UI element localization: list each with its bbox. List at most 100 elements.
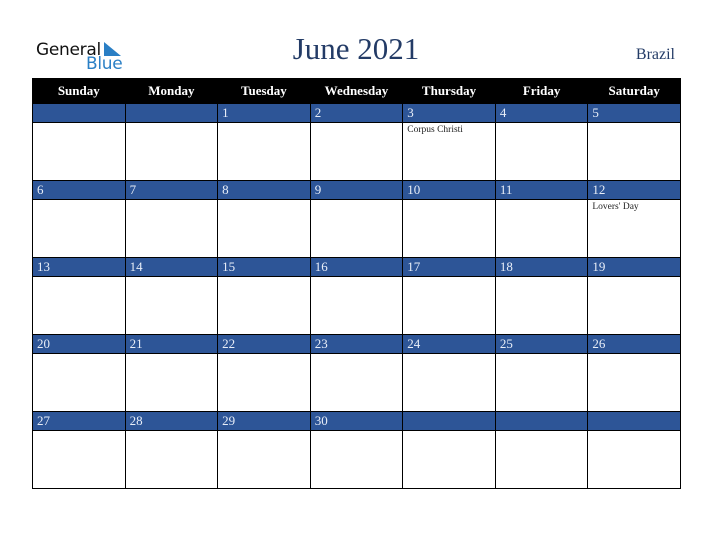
day-cell[interactable]: 1 — [217, 103, 311, 181]
holiday-label: Lovers' Day — [592, 202, 639, 212]
day-cell[interactable] — [587, 411, 681, 489]
holiday-label — [33, 123, 125, 125]
day-cell[interactable]: 9 — [309, 180, 404, 258]
weekday-header-row: Sunday Monday Tuesday Wednesday Thursday Frid… — [32, 78, 681, 104]
holiday-label — [33, 200, 125, 202]
day-cell[interactable]: 14 — [124, 257, 219, 335]
holiday-label — [33, 354, 125, 356]
day-cell[interactable]: 22 — [217, 334, 311, 412]
day-number: 16 — [310, 258, 403, 277]
holiday-label — [311, 200, 403, 202]
day-number: 24 — [403, 335, 495, 354]
day-number: 12 — [588, 181, 680, 200]
day-cell[interactable]: 16 — [309, 257, 404, 335]
day-cell[interactable] — [124, 103, 219, 181]
day-number — [588, 412, 680, 431]
day-cell[interactable]: 3 Corpus Christi — [402, 103, 496, 181]
day-number — [33, 104, 125, 123]
day-cell[interactable]: 5 — [587, 103, 681, 181]
day-number: 9 — [310, 181, 403, 200]
day-number: 2 — [310, 104, 403, 123]
day-number: 3 — [403, 104, 495, 123]
day-number: 11 — [495, 181, 588, 200]
day-cell[interactable]: 15 — [217, 257, 311, 335]
holiday-label — [311, 354, 403, 356]
weekday-header: Saturday — [587, 78, 681, 104]
day-number — [495, 412, 588, 431]
day-number: 27 — [33, 412, 125, 431]
holiday-label — [126, 354, 218, 356]
day-number: 10 — [403, 181, 495, 200]
day-number: 6 — [33, 181, 125, 200]
day-number: 14 — [125, 258, 218, 277]
day-cell[interactable]: 21 — [124, 334, 219, 412]
day-cell[interactable]: 28 — [124, 411, 219, 489]
holiday-label — [588, 277, 680, 279]
holiday-label — [126, 431, 218, 433]
day-number: 19 — [588, 258, 680, 277]
week-row: 1 2 3 Corpus Christi 4 5 — [32, 103, 681, 181]
day-number: 26 — [588, 335, 680, 354]
day-number — [403, 412, 495, 431]
day-cell[interactable]: 30 — [309, 411, 404, 489]
holiday-label — [403, 431, 495, 433]
day-cell[interactable] — [402, 411, 496, 489]
holiday-label — [311, 123, 403, 125]
day-number — [125, 104, 218, 123]
day-cell[interactable]: 19 — [587, 257, 681, 335]
day-cell[interactable]: 26 — [587, 334, 681, 412]
day-cell[interactable]: 20 — [32, 334, 126, 412]
holiday-label — [496, 123, 588, 125]
day-cell[interactable]: 11 — [494, 180, 589, 258]
day-cell[interactable]: 6 — [32, 180, 126, 258]
day-cell[interactable]: 12 Lovers' Day — [587, 180, 681, 258]
day-cell[interactable]: 25 — [494, 334, 589, 412]
holiday-label — [403, 354, 495, 356]
holiday-label — [496, 277, 588, 279]
holiday-label — [311, 431, 403, 433]
holiday-label — [588, 123, 680, 125]
day-cell[interactable]: 27 — [32, 411, 126, 489]
day-number: 13 — [33, 258, 125, 277]
calendar-grid: Sunday Monday Tuesday Wednesday Thursday Frid… — [32, 78, 681, 489]
holiday-label — [126, 200, 218, 202]
weekday-header: Friday — [494, 78, 589, 104]
week-row: 20 21 22 23 24 25 26 — [32, 334, 681, 412]
weekday-header: Thursday — [402, 78, 496, 104]
day-cell[interactable] — [32, 103, 126, 181]
day-cell[interactable]: 29 — [217, 411, 311, 489]
day-number: 5 — [588, 104, 680, 123]
day-number: 1 — [218, 104, 310, 123]
week-row: 13 14 15 16 17 18 19 — [32, 257, 681, 335]
day-number: 23 — [310, 335, 403, 354]
holiday-label — [218, 123, 310, 125]
day-cell[interactable]: 4 — [494, 103, 589, 181]
day-cell[interactable]: 24 — [402, 334, 496, 412]
weekday-header: Sunday — [32, 78, 126, 104]
holiday-label — [311, 277, 403, 279]
day-number: 20 — [33, 335, 125, 354]
day-number: 22 — [218, 335, 310, 354]
holiday-label — [588, 431, 680, 433]
calendar-title: June 2021 — [292, 31, 420, 66]
day-cell[interactable]: 10 — [402, 180, 496, 258]
holiday-label — [496, 200, 588, 202]
day-cell[interactable]: 8 — [217, 180, 311, 258]
day-cell[interactable]: 13 — [32, 257, 126, 335]
day-cell[interactable]: 2 — [309, 103, 404, 181]
day-cell[interactable]: 7 — [124, 180, 219, 258]
day-number: 25 — [495, 335, 588, 354]
holiday-label — [496, 431, 588, 433]
holiday-label — [403, 277, 495, 279]
day-cell[interactable]: 17 — [402, 257, 496, 335]
day-cell[interactable]: 23 — [309, 334, 404, 412]
day-number: 30 — [310, 412, 403, 431]
holiday-label — [33, 277, 125, 279]
day-number: 18 — [495, 258, 588, 277]
holiday-label — [403, 200, 495, 202]
holiday-label — [588, 354, 680, 356]
holiday-label — [126, 277, 218, 279]
holiday-label — [218, 277, 310, 279]
day-cell[interactable]: 18 — [494, 257, 589, 335]
day-cell[interactable] — [494, 411, 589, 489]
